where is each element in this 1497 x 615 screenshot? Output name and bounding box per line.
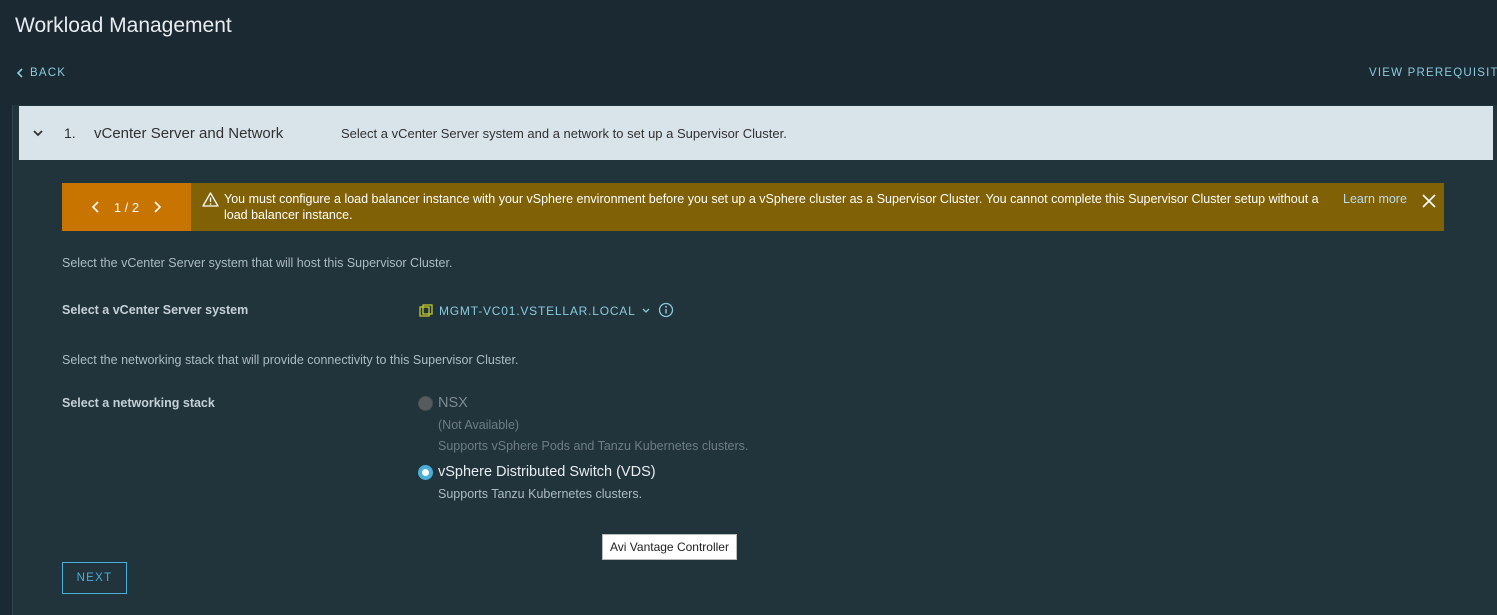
caret-down-icon bbox=[642, 308, 650, 313]
warning-icon bbox=[202, 192, 219, 207]
chevron-left-icon[interactable] bbox=[91, 201, 100, 213]
network-label: Select a networking stack bbox=[62, 396, 215, 410]
back-label: BACK bbox=[30, 67, 67, 79]
alert-message: You must configure a load balancer insta… bbox=[224, 192, 1319, 222]
close-icon[interactable] bbox=[1422, 194, 1436, 208]
wizard-panel: 1. vCenter Server and Network Select a v… bbox=[12, 105, 1497, 615]
vcenter-value: MGMT-VC01.VSTELLAR.LOCAL bbox=[439, 304, 636, 318]
step-description: Select a vCenter Server system and a net… bbox=[341, 125, 787, 141]
vds-description: Supports Tanzu Kubernetes clusters. bbox=[438, 487, 643, 501]
page-title: Workload Management bbox=[15, 14, 232, 37]
chevron-left-icon bbox=[16, 68, 23, 78]
back-button[interactable]: BACK bbox=[16, 67, 66, 79]
chevron-right-icon[interactable] bbox=[153, 201, 162, 213]
info-icon[interactable] bbox=[658, 302, 674, 318]
nsx-description: Supports vSphere Pods and Tanzu Kubernet… bbox=[438, 439, 749, 453]
next-button[interactable]: NEXT bbox=[62, 562, 127, 594]
view-prerequisites-link[interactable]: VIEW PREREQUISITE bbox=[1369, 67, 1497, 79]
vcenter-server-icon bbox=[419, 304, 433, 317]
vcenter-label: Select a vCenter Server system bbox=[62, 303, 249, 317]
vds-radio-label: vSphere Distributed Switch (VDS) bbox=[438, 464, 656, 480]
step-number: 1. bbox=[64, 125, 76, 141]
vcenter-intro: Select the vCenter Server system that wi… bbox=[62, 256, 453, 270]
nsx-not-available: (Not Available) bbox=[438, 418, 520, 432]
step-header[interactable]: 1. vCenter Server and Network Select a v… bbox=[19, 106, 1493, 160]
tooltip: Avi Vantage Controller bbox=[602, 534, 737, 560]
nsx-radio[interactable] bbox=[418, 396, 433, 411]
nsx-radio-label: NSX bbox=[438, 395, 468, 411]
vcenter-select[interactable]: MGMT-VC01.VSTELLAR.LOCAL bbox=[419, 304, 650, 318]
learn-more-link[interactable]: Learn more bbox=[1343, 192, 1407, 206]
chevron-down-icon[interactable] bbox=[32, 128, 44, 138]
vds-radio[interactable] bbox=[418, 465, 433, 480]
alert-pager: 1 / 2 bbox=[62, 183, 191, 231]
step-name: vCenter Server and Network bbox=[94, 124, 284, 142]
network-intro: Select the networking stack that will pr… bbox=[62, 353, 519, 367]
warning-alert: 1 / 2 You must configure a load balancer… bbox=[62, 183, 1444, 231]
alert-page-count: 1 / 2 bbox=[113, 199, 140, 215]
